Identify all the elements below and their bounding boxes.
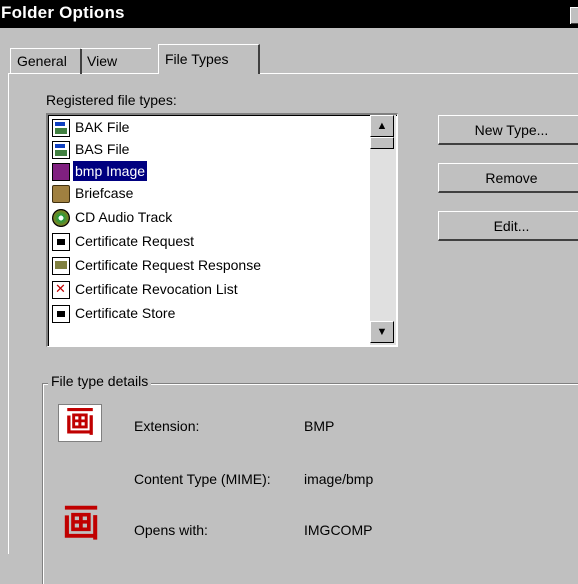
document-icon <box>52 141 70 159</box>
list-item-label: BAS File <box>75 141 130 157</box>
content-type-value: image/bmp <box>304 471 374 487</box>
file-type-details-title: File type details <box>48 373 152 389</box>
tab-file-types[interactable]: File Types <box>158 44 260 74</box>
arrow-up-icon: ▲ <box>376 120 388 132</box>
extension-label: Extension: <box>134 418 200 434</box>
list-item-label: Certificate Revocation List <box>75 281 238 297</box>
scroll-thumb[interactable] <box>370 137 394 149</box>
cd-audio-icon <box>52 209 70 227</box>
opens-with-app-icon: 画 <box>62 500 101 545</box>
certificate-response-icon <box>52 257 70 275</box>
extension-value: BMP <box>304 418 335 434</box>
new-type-button[interactable]: New Type... <box>438 115 578 145</box>
remove-button[interactable]: Remove <box>438 163 578 193</box>
content-type-label: Content Type (MIME): <box>134 471 271 487</box>
scroll-down-button[interactable]: ▼ <box>370 321 394 343</box>
list-item-label: Certificate Request <box>75 233 195 249</box>
list-item-label: BAK File <box>75 119 130 135</box>
certificate-icon <box>52 305 70 323</box>
tab-general[interactable]: General <box>10 48 82 74</box>
list-item-label: CD Audio Track <box>75 209 173 225</box>
opens-with-label: Opens with: <box>134 522 208 538</box>
tab-view[interactable]: View <box>81 48 151 74</box>
edit-button[interactable]: Edit... <box>438 211 578 241</box>
list-item-label: Certificate Request Response <box>75 257 261 273</box>
opens-with-value: IMGCOMP <box>304 522 373 538</box>
file-type-icon: 画 <box>58 404 102 442</box>
document-icon <box>52 119 70 137</box>
title-bar-button[interactable] <box>570 7 578 24</box>
list-item-label: Certificate Store <box>75 305 176 321</box>
arrow-down-icon: ▼ <box>376 326 388 338</box>
window-title: Folder Options <box>1 3 125 22</box>
registered-types-list[interactable]: BAK File BAS File bmp Image Briefcase CD… <box>46 113 398 347</box>
certificate-revocation-icon <box>52 281 70 299</box>
title-bar[interactable]: Folder Options <box>0 0 578 28</box>
bitmap-icon <box>52 163 70 181</box>
registered-types-label: Registered file types: <box>46 92 177 108</box>
list-item-label: bmp Image <box>73 161 148 181</box>
scroll-up-button[interactable]: ▲ <box>370 115 394 137</box>
certificate-icon <box>52 233 70 251</box>
briefcase-icon <box>52 185 70 203</box>
vertical-scrollbar[interactable]: ▲ ▼ <box>370 115 396 345</box>
list-item-label: Briefcase <box>75 185 134 201</box>
